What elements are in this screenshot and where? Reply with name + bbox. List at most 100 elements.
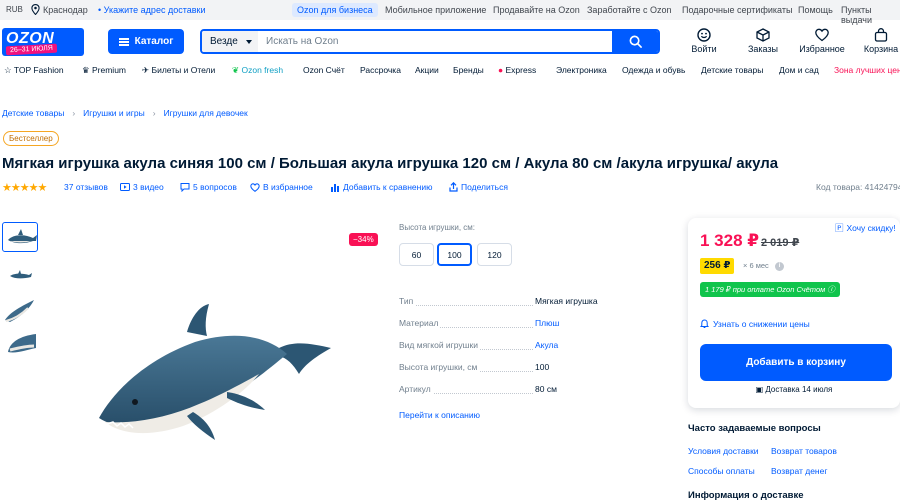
cart-header-button[interactable]: Корзина <box>856 28 900 54</box>
thumbnail-3[interactable] <box>2 294 38 324</box>
want-discount-link[interactable]: 🄿 Хочу скидку! <box>835 222 896 234</box>
nav-label: TOP Fashion <box>13 65 64 75</box>
shark-image <box>8 229 37 244</box>
nav-item-express[interactable]: ● Express <box>498 65 536 75</box>
share-link[interactable]: Поделиться <box>449 182 508 192</box>
shark-image <box>5 300 34 322</box>
nav-item-tickets[interactable]: ✈ Билеты и Отели <box>142 65 215 76</box>
size-option-60[interactable]: 60 <box>399 243 434 266</box>
menu-icon <box>118 37 129 46</box>
ozon-logo[interactable]: OZON 26–31 ИЮЛЯ <box>2 28 84 56</box>
nav-item-fresh[interactable]: ❦ Ozon fresh <box>232 65 283 76</box>
mobile-app-link[interactable]: Мобильное приложение <box>385 5 486 15</box>
orders-label: Заказы <box>747 44 779 54</box>
login-button[interactable]: Войти <box>679 28 729 54</box>
size-option-120[interactable]: 120 <box>477 243 512 266</box>
spec-value-link[interactable]: Акула <box>535 340 558 350</box>
plane-icon: ✈ <box>142 65 150 75</box>
share-icon <box>449 182 458 192</box>
thumbnail-1[interactable] <box>2 222 38 252</box>
nav-item-clothes[interactable]: Одежда и обувь <box>622 65 685 75</box>
nav-item-installment[interactable]: Рассрочка <box>360 65 401 75</box>
breadcrumb-item[interactable]: Игрушки для девочек <box>164 108 248 118</box>
chart-bars-icon <box>331 183 339 192</box>
earn-link[interactable]: Заработайте с Ozon <box>587 5 672 15</box>
address-link[interactable]: • Укажите адрес доставки <box>98 5 205 15</box>
box-icon <box>756 28 770 42</box>
compare-link[interactable]: Добавить к сравнению <box>330 182 432 192</box>
go-to-description-link[interactable]: Перейти к описанию <box>399 410 480 420</box>
size-option-100[interactable]: 100 <box>437 243 472 266</box>
help-link[interactable]: Помощь <box>798 5 833 15</box>
currency-selector[interactable]: RUB <box>6 5 23 14</box>
nav-item-account[interactable]: Ozon Счёт <box>303 65 345 75</box>
breadcrumb-item[interactable]: Игрушки и игры <box>83 108 145 118</box>
search-scope-select[interactable]: Везде <box>202 31 258 52</box>
shark-image <box>8 334 36 353</box>
nav-item-kids[interactable]: Детские товары <box>701 65 763 75</box>
breadcrumb-item[interactable]: Детские товары <box>2 108 64 118</box>
questions-link[interactable]: 5 вопросов <box>180 182 237 192</box>
delivery-date-label: Доставка 14 июля <box>765 385 833 394</box>
smile-icon <box>697 28 711 42</box>
city-label: Краснодар <box>43 4 88 15</box>
search-button[interactable] <box>612 31 658 52</box>
breadcrumb: Детские товары › Игрушки и игры › Игрушк… <box>2 108 248 118</box>
faq-link-returns[interactable]: Возврат товаров <box>771 446 837 456</box>
faq-link-delivery[interactable]: Условия доставки <box>688 446 759 456</box>
video-icon <box>120 183 130 191</box>
info-icon[interactable]: i <box>775 262 784 271</box>
search-bar: Везде <box>200 29 660 54</box>
nav-item-electronics[interactable]: Электроника <box>556 65 607 75</box>
sell-link[interactable]: Продавайте на Ozon <box>493 5 580 15</box>
spec-key: Материал <box>399 318 441 328</box>
thumbnail-2[interactable] <box>2 260 38 290</box>
shark-image <box>10 270 32 279</box>
faq-link-payment[interactable]: Способы оплаты <box>688 466 755 476</box>
nav-item-top-fashion[interactable]: ☆ TOP Fashion <box>4 65 64 76</box>
login-label: Войти <box>691 44 717 54</box>
nav-item-brands[interactable]: Бренды <box>453 65 484 75</box>
catalog-button[interactable]: Каталог <box>108 29 184 54</box>
cart-label: Корзина <box>863 44 899 54</box>
reviews-link[interactable]: 37 отзывов <box>64 182 108 192</box>
top-utility-bar: RUB Краснодар • Укажите адрес доставки O… <box>0 0 900 25</box>
ozon-account-price-label: 1 179 ₽ при оплате Ozon Счётом <box>705 285 826 294</box>
spec-row: Тип Мягкая игрушка <box>399 296 599 308</box>
spec-row: Артикул 80 см <box>399 384 599 396</box>
heart-icon <box>250 182 260 192</box>
business-link[interactable]: Ozon для бизнеса <box>292 3 378 17</box>
spec-key: Вид мягкой игрушки <box>399 340 480 350</box>
add-to-cart-button[interactable]: Добавить в корзину <box>700 344 892 381</box>
installment-price[interactable]: 256 ₽ <box>700 258 735 274</box>
rating-stars[interactable]: ★★★★★ <box>2 181 47 194</box>
nav-item-premium[interactable]: ♛ Premium <box>82 65 126 76</box>
spec-row: Материал Плюш <box>399 318 599 330</box>
promo-dates: 26–31 ИЮЛЯ <box>5 43 58 56</box>
price-drop-notify-link[interactable]: Узнать о снижении цены <box>700 319 810 329</box>
favorites-button[interactable]: Избранное <box>797 28 847 54</box>
spec-row: Высота игрушки, см 100 <box>399 362 599 374</box>
gift-cards-link[interactable]: Подарочные сертификаты <box>682 5 792 15</box>
leaf-icon: ❦ <box>232 65 240 75</box>
spec-value-link[interactable]: Плюш <box>535 318 559 328</box>
star-outline-icon: ☆ <box>4 65 12 75</box>
price-drop-notify-label: Узнать о снижении цены <box>713 319 810 329</box>
location-pin-icon <box>31 4 40 15</box>
search-icon <box>629 35 642 48</box>
ozon-account-price[interactable]: 1 179 ₽ при оплате Ozon Счётом ⓘ <box>700 282 840 297</box>
videos-link[interactable]: 3 видео <box>120 182 164 192</box>
nav-item-sales[interactable]: Акции <box>415 65 439 75</box>
thumbnail-4[interactable] <box>2 328 38 358</box>
nav-item-home[interactable]: Дом и сад <box>779 65 819 75</box>
main-product-image[interactable] <box>95 300 335 450</box>
orders-button[interactable]: Заказы <box>738 28 788 54</box>
nav-item-best-prices[interactable]: Зона лучших цен <box>834 65 900 75</box>
search-input[interactable] <box>258 31 612 52</box>
faq-link-refund[interactable]: Возврат денег <box>771 466 827 476</box>
videos-label: 3 видео <box>133 182 164 192</box>
favorites-label: Избранное <box>799 44 845 54</box>
add-to-favorites-link[interactable]: В избранное <box>250 182 313 192</box>
express-icon: ● <box>498 65 504 75</box>
city-selector[interactable]: Краснодар <box>31 4 88 15</box>
